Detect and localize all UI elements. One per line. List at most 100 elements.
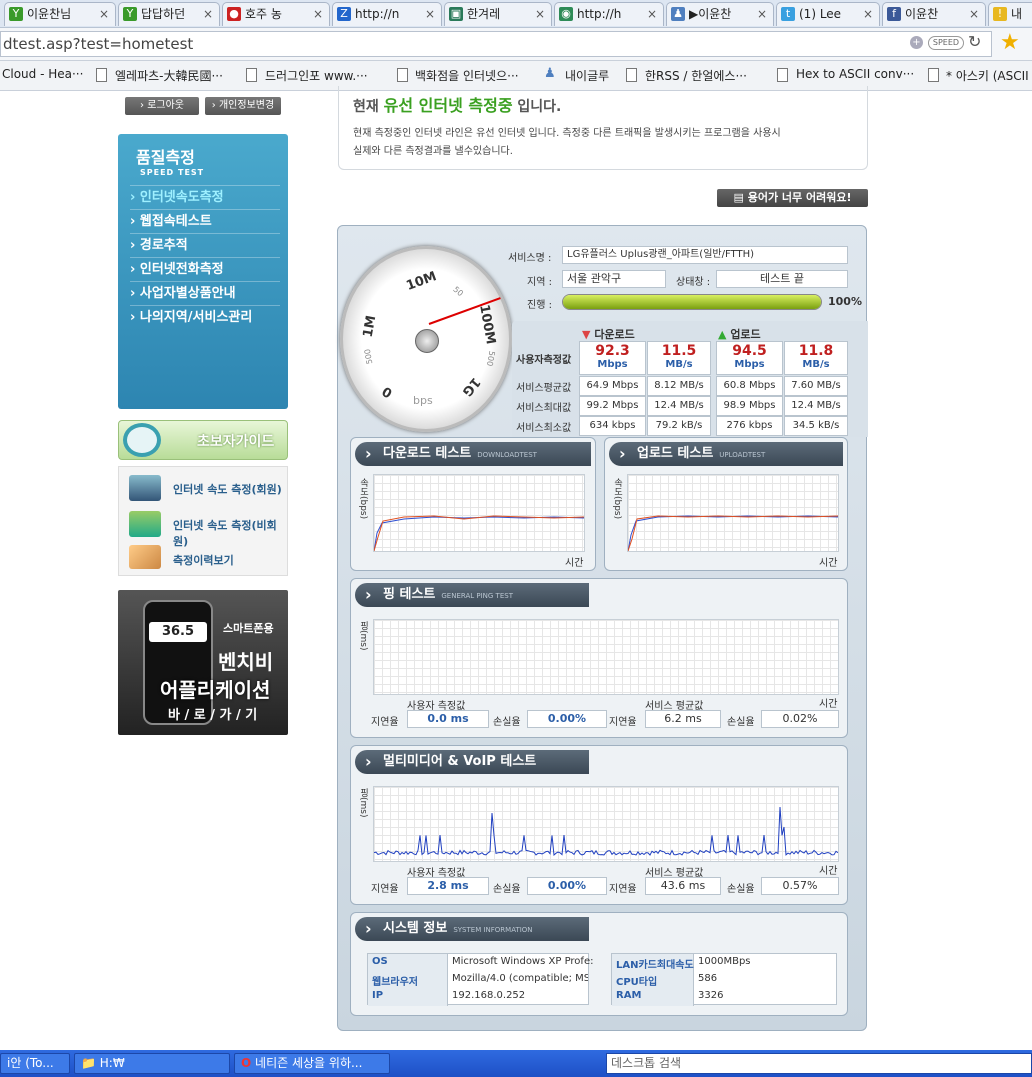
guide-item[interactable]: 인터넷 속도 측정(비회원) [173,517,287,549]
browser-tab[interactable]: ♟ ▶이윤찬 × [666,2,774,26]
bookmark-item[interactable]: 엘레파츠-大韓民國··· [115,67,223,84]
ping-loss-label: 손실율 [727,717,755,728]
notice-title-em: 유선 인터넷 측정중 [383,96,513,115]
close-tab-icon[interactable]: × [863,3,873,25]
result-cell: 99.2 Mbps [579,396,646,416]
nav-subtitle: SPEED TEST [140,168,205,177]
user-label: 사용자측정값 [516,355,572,366]
close-tab-icon[interactable]: × [99,3,109,25]
voip-ylabel: 핑(ms) [358,788,368,818]
nav-item-products[interactable]: › 사업자별상품안내 [130,281,280,305]
browser-tab[interactable]: f 이윤찬 × [882,2,986,26]
help-button[interactable]: ▤ 용어가 너무 어려워요! [717,189,868,207]
nav-item-speed[interactable]: › 인터넷속도측정 [130,185,280,209]
guide-item[interactable]: 측정이력보기 [173,552,234,568]
bookmark-item[interactable]: 드러그인포 www.··· [265,67,368,84]
voip-loss-label: 손실율 [493,884,521,895]
beginner-guide-button[interactable]: 초보자가이드 [118,420,288,460]
browser-tab[interactable]: ▣ 한겨레 × [444,2,552,26]
close-tab-icon[interactable]: × [647,3,657,25]
bookmark-item[interactable]: 백화점을 인터넷으··· [415,67,519,84]
url-input[interactable]: dtest.asp?test=hometest [0,31,992,57]
computer-icon [129,475,161,501]
browser-tab[interactable]: ● 호주 농 × [222,2,330,26]
browser-tab[interactable]: Zhttp://n × [332,2,442,26]
page-icon [626,68,637,82]
speed-badge[interactable]: SPEED [928,36,964,50]
reload-icon[interactable]: ↻ [968,32,981,51]
nav-item-voip[interactable]: › 인터넷전화측정 [130,257,280,281]
ping-title: 핑 테스트 [383,587,436,602]
voip-title: 멀티미디어 & VoIP 테스트 [383,754,537,769]
bookmark-item[interactable]: 내이글루 [565,67,609,84]
ul-test-sub: UPLOADTEST [719,451,766,459]
nav-item-web[interactable]: › 웹접속테스트 [130,209,280,233]
ping-user-lat: 0.0 ms [407,710,489,728]
browser-tab[interactable]: ◉ http://h × [554,2,664,26]
upload-lines [628,515,838,551]
tab-label: http://h [577,7,622,21]
gauge-label: 500 [362,348,375,365]
app-banner[interactable]: 36.5 스마트폰용 벤치비 어플리케이션 바 / 로 / 가 / 기 [118,590,288,735]
guide-item[interactable]: 인터넷 속도 측정(회원) [173,481,282,497]
ul-mbps: 94.5 Mbps [716,341,783,375]
browser-tab[interactable]: Y 이윤찬님 × [4,2,116,26]
voip-graph [373,786,839,862]
voip-xlabel: 시간 [819,866,838,877]
voip-user-loss: 0.00% [527,877,607,895]
taskbar-item[interactable]: O 네티즌 세상을 위하... [234,1053,390,1074]
taskbar-label: 네티즌 세상을 위하... [255,1056,363,1070]
close-tab-icon[interactable]: × [969,3,979,25]
shield-icon[interactable]: + [910,36,923,49]
browser-tab[interactable]: Y 답답하던 × [118,2,220,26]
cpu-value: 586 [698,973,718,984]
taskbar-item[interactable]: 📁 H:₩ [74,1053,230,1074]
ul-mbs: 11.8 MB/s [784,341,848,375]
close-tab-icon[interactable]: × [425,3,435,25]
page-icon [397,68,408,82]
download-graph [373,474,585,552]
tab-label: (1) Lee [799,7,842,21]
logout-label: 로그아웃 [147,100,184,111]
ip-label: IP [372,990,384,1001]
computer-icon [129,511,161,537]
profile-button[interactable]: › 개인정보변경 [205,97,281,115]
browser-tab[interactable]: t (1) Lee × [776,2,880,26]
yahoo-icon: Y [123,7,137,21]
url-text: dtest.asp?test=hometest [3,35,194,53]
nav-label: 인터넷속도측정 [139,190,224,205]
taskbar-item[interactable]: i안 (To... [0,1053,70,1074]
close-tab-icon[interactable]: × [203,3,213,25]
row-label: 서비스최대값 [516,403,572,414]
close-tab-icon[interactable]: × [535,3,545,25]
row-label: 서비스평균값 [516,383,572,394]
logout-button[interactable]: › 로그아웃 [125,97,199,115]
browser-tab[interactable]: ! 내 [988,2,1032,26]
nav-label: 경로추적 [139,238,188,253]
tab-label: 답답하던 [141,7,186,21]
service-label: 서비스명 : [508,253,552,264]
gauge-label: 50 [451,284,465,299]
banner-line2: 어플리케이션 [160,678,271,702]
voip-test-header: 멀티미디어 & VoIP 테스트 [355,750,589,774]
result-cell: 34.5 kB/s [784,416,848,436]
star-icon[interactable]: ★ [1000,30,1020,55]
notice-box: 현재 유선 인터넷 측정중 입니다. 현재 측정중인 인터넷 라인은 유선 인터… [338,86,868,170]
nav-item-region[interactable]: › 나의지역/서비스관리 [130,305,280,329]
bookmark-item[interactable]: * 아스키 (ASCII [946,67,1029,84]
download-test-header: 다운로드 테스트 DOWNLOADTEST [355,442,591,466]
voip-svc-lat: 43.6 ms [645,877,721,895]
ul-xlabel: 시간 [819,558,838,569]
ul-mbps-value: 94.5 [732,343,767,359]
bookmark-item[interactable]: Cloud - Hea··· [2,67,83,81]
nav-item-trace[interactable]: › 경로추적 [130,233,280,257]
tab-bar: Y 이윤찬님 × Y 답답하던 × ● 호주 농 × Zhttp://n × ▣ 한겨레 × ◉ h… [0,0,1032,28]
close-tab-icon[interactable]: × [757,3,767,25]
bookmark-item[interactable]: Hex to ASCII conv··· [796,67,914,81]
series-line [628,515,838,551]
bookmark-item[interactable]: 한RSS / 한얼에스··· [645,67,747,84]
close-tab-icon[interactable]: × [313,3,323,25]
desktop-search-input[interactable]: 데스크톱 검색 [606,1053,1032,1074]
ping-test-panel: 핑 테스트GENERAL PING TEST 핑(ms) 시간 사용자 측정값 … [350,578,848,738]
profile-label: 개인정보변경 [218,100,275,111]
